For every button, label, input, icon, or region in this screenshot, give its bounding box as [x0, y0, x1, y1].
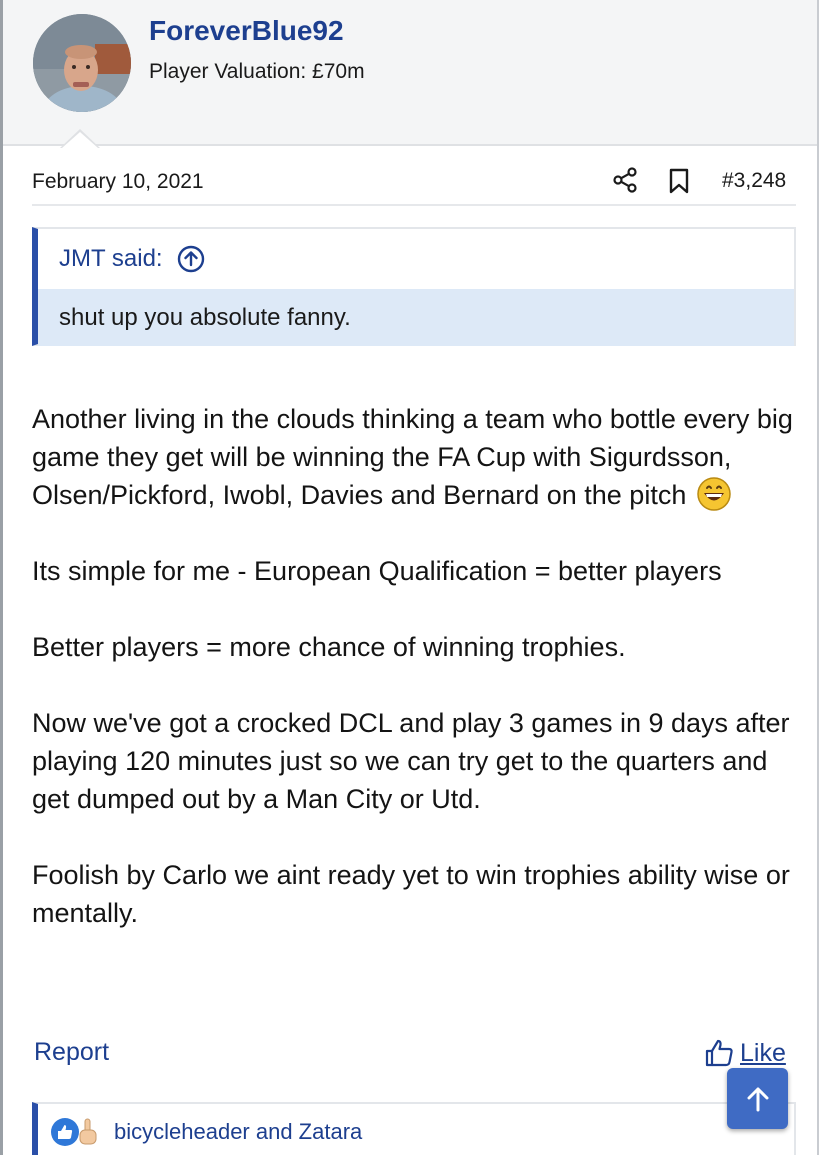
- body-paragraph: Now we've got a crocked DCL and play 3 g…: [32, 708, 790, 814]
- right-border: [817, 0, 819, 1155]
- user-title: Player Valuation: £70m: [149, 60, 365, 83]
- quote-title: JMT said:: [38, 229, 794, 289]
- message-attribution: February 10, 2021 #3,248: [32, 150, 796, 206]
- body-text: Another living in the clouds thinking a …: [32, 404, 793, 510]
- hand-gesture-icon: [79, 1118, 97, 1145]
- quote-content: shut up you absolute fanny.: [38, 289, 794, 346]
- username[interactable]: ForeverBlue92: [149, 15, 344, 47]
- report-link[interactable]: Report: [34, 1038, 109, 1067]
- reaction-users[interactable]: bicycleheader and Zatara: [114, 1119, 362, 1145]
- body-paragraph: Another living in the clouds thinking a …: [32, 400, 802, 514]
- post-container: ForeverBlue92 Player Valuation: £70m Feb…: [0, 0, 825, 1155]
- quote-author[interactable]: JMT said:: [59, 245, 163, 273]
- arrow-up-icon: [747, 1087, 768, 1111]
- scroll-to-top-button[interactable]: [727, 1068, 788, 1129]
- like-label: Like: [740, 1038, 786, 1067]
- quote-block: JMT said: shut up you absolute fanny.: [32, 227, 796, 346]
- body-paragraph: Foolish by Carlo we aint ready yet to wi…: [32, 860, 790, 928]
- bookmark-icon[interactable]: [668, 168, 690, 194]
- share-icon[interactable]: [612, 167, 638, 193]
- body-paragraph: Its simple for me - European Qualificati…: [32, 556, 722, 586]
- grinning-emoji-icon: [697, 477, 732, 511]
- left-border: [0, 0, 3, 1155]
- reactions-bar: bicycleheader and Zatara: [32, 1102, 796, 1155]
- user-header: ForeverBlue92 Player Valuation: £70m: [3, 0, 817, 146]
- body-paragraph: Better players = more chance of winning …: [32, 632, 626, 662]
- arrow-up-circle-icon[interactable]: [177, 245, 205, 273]
- header-pointer-fill: [62, 132, 98, 148]
- thumbs-up-icon: [705, 1039, 733, 1067]
- post-number[interactable]: #3,248: [722, 169, 786, 193]
- avatar-image: [33, 14, 131, 112]
- like-button[interactable]: Like: [704, 1038, 786, 1068]
- post-body: Another living in the clouds thinking a …: [32, 400, 802, 970]
- avatar[interactable]: [33, 14, 131, 112]
- post-date[interactable]: February 10, 2021: [32, 170, 204, 194]
